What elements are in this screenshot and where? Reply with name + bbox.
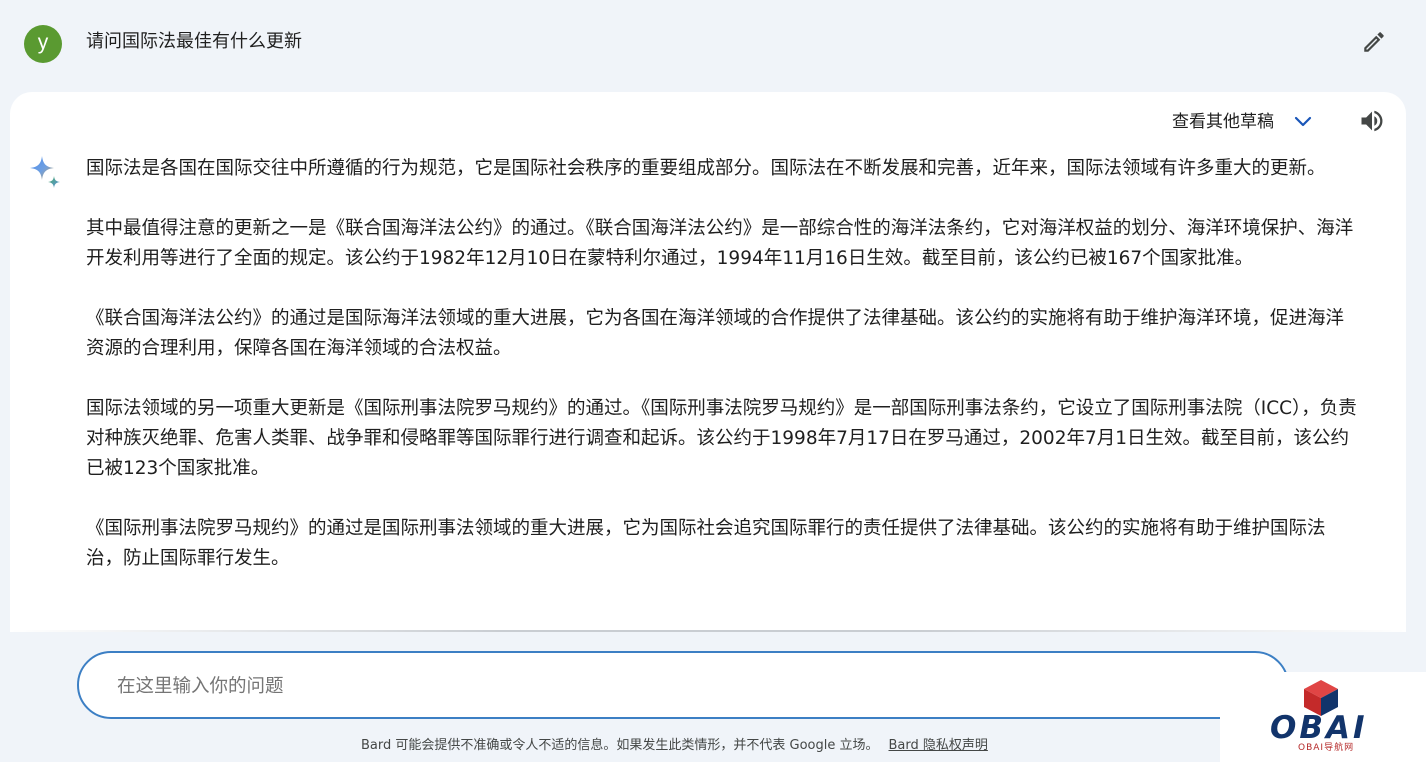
prompt-input[interactable] [117,669,1217,703]
user-query-text: 请问国际法最佳有什么更新 [86,31,302,52]
response-text: 国际法是各国在国际交往中所遵循的行为规范，它是国际社会秩序的重要组成部分。国际法… [86,154,1358,604]
bard-chat-page: y 请问国际法最佳有什么更新 查看其他草稿 国际法是各国在国际交往中所遵循的行为… [0,0,1426,762]
chevron-down-icon [1294,116,1312,128]
user-query-row: y 请问国际法最佳有什么更新 [0,0,1426,82]
response-card: 查看其他草稿 国际法是各国在国际交往中所遵循的行为规范，它是国际社会秩序的重要组… [10,92,1406,632]
view-other-drafts-label: 查看其他草稿 [1172,112,1274,132]
privacy-link[interactable]: Bard 隐私权声明 [889,738,988,753]
watermark-logo: OBAI OBAI导航网 [1220,672,1426,762]
view-other-drafts-button[interactable]: 查看其他草稿 [1172,108,1312,136]
sparkle-icon [30,156,60,188]
edit-query-button[interactable] [1356,24,1392,60]
logo-subtext: OBAI导航网 [1298,743,1355,753]
user-avatar[interactable]: y [24,25,62,63]
read-aloud-button[interactable] [1354,105,1390,137]
response-paragraph: 国际法领域的另一项重大更新是《国际刑事法院罗马规约》的通过。《国际刑事法院罗马规… [86,398,1357,479]
footer-disclaimer: Bard 可能会提供不准确或令人不适的信息。如果发生此类情形，并不代表 Goog… [361,737,988,755]
prompt-input-box[interactable] [77,651,1289,719]
response-paragraph: 国际法是各国在国际交往中所遵循的行为规范，它是国际社会秩序的重要组成部分。国际法… [86,158,1326,179]
pencil-icon [1364,32,1384,52]
scroll-divider [10,630,1406,632]
response-paragraph: 《国际刑事法院罗马规约》的通过是国际刑事法领域的重大进展，它为国际社会追究国际罪… [86,518,1326,569]
disclaimer-text: Bard 可能会提供不准确或令人不适的信息。如果发生此类情形，并不代表 Goog… [361,738,879,753]
response-paragraph: 其中最值得注意的更新之一是《联合国海洋法公约》的通过。《联合国海洋法公约》是一部… [86,218,1354,269]
speaker-icon [1361,110,1383,132]
logo-wordmark: OBAI [1270,710,1368,746]
response-paragraph: 《联合国海洋法公约》的通过是国际海洋法领域的重大进展，它为各国在海洋领域的合作提… [86,308,1345,359]
